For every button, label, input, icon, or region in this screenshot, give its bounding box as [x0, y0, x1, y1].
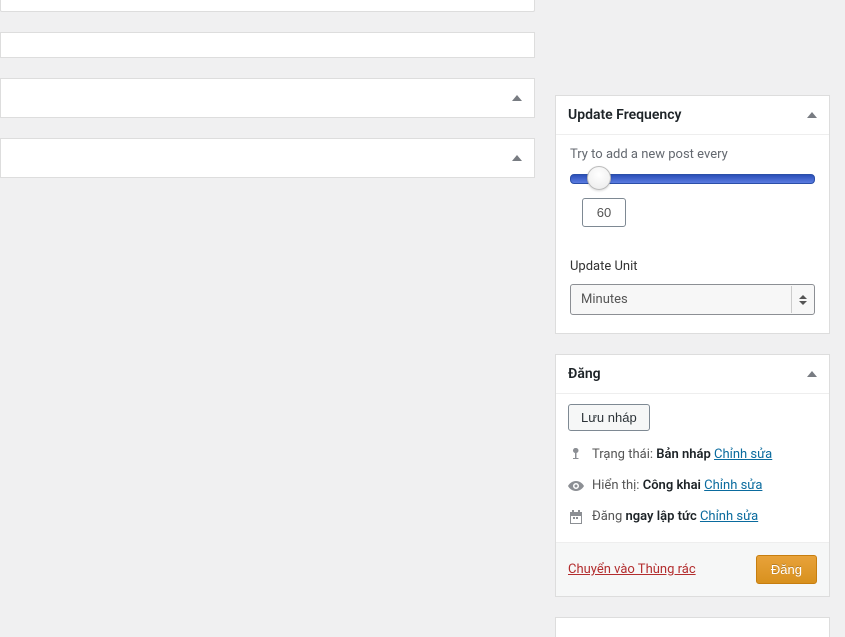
collapse-toggle-icon[interactable]	[807, 112, 817, 118]
publish-button[interactable]: Đăng	[756, 555, 817, 584]
save-draft-button[interactable]: Lưu nháp	[568, 404, 650, 431]
visibility-edit-link[interactable]: Chỉnh sửa	[704, 478, 762, 493]
status-edit-link[interactable]: Chỉnh sửa	[714, 447, 772, 462]
collapsed-metabox-1[interactable]	[0, 78, 535, 118]
schedule-edit-link[interactable]: Chỉnh sửa	[700, 509, 758, 524]
frequency-slider[interactable]	[570, 174, 815, 184]
update-unit-label: Update Unit	[570, 259, 815, 274]
collapsed-metabox-2[interactable]	[0, 138, 535, 178]
pin-icon	[568, 448, 584, 462]
visibility-row: Hiển thị: Công khai Chỉnh sửa	[592, 478, 762, 493]
calendar-icon	[568, 510, 584, 524]
update-frequency-hint: Try to add a new post every	[570, 147, 815, 162]
move-to-trash-link[interactable]: Chuyển vào Thùng rác	[568, 562, 696, 577]
status-row: Trạng thái: Bản nháp Chỉnh sửa	[592, 447, 772, 462]
top-trimmed-metabox	[0, 0, 535, 12]
update-frequency-metabox: Update Frequency Try to add a new post e…	[555, 95, 830, 334]
collapse-toggle-icon[interactable]	[512, 95, 522, 101]
next-metabox-stub	[555, 617, 830, 637]
update-frequency-title: Update Frequency	[568, 107, 681, 123]
collapse-toggle-icon[interactable]	[807, 371, 817, 377]
update-unit-select[interactable]: Minutes	[570, 284, 815, 315]
collapse-toggle-icon[interactable]	[512, 155, 522, 161]
schedule-row: Đăng ngay lập tức Chỉnh sửa	[592, 509, 758, 524]
frequency-value-input[interactable]	[582, 198, 626, 227]
eye-icon	[568, 481, 584, 491]
empty-metabox-1	[0, 32, 535, 58]
publish-title: Đăng	[568, 366, 601, 382]
frequency-slider-handle[interactable]	[587, 166, 611, 190]
publish-metabox: Đăng Lưu nháp Trạng thái: Bản nháp Chỉnh…	[555, 354, 830, 597]
